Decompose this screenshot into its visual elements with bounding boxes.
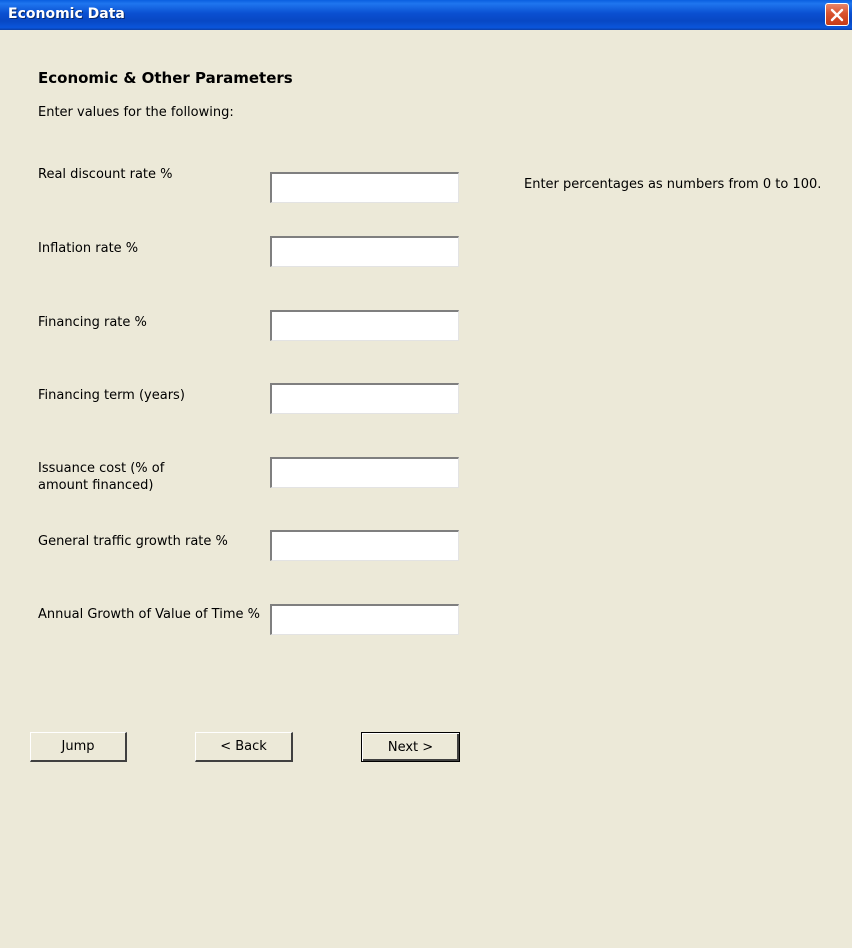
value-of-time-growth-label: Annual Growth of Value of Time %: [38, 607, 260, 622]
traffic-growth-rate-input[interactable]: [270, 530, 459, 561]
close-icon: [830, 8, 844, 22]
close-button[interactable]: [825, 3, 849, 26]
financing-term-input[interactable]: [270, 383, 459, 414]
financing-term-label: Financing term (years): [38, 388, 185, 403]
inflation-rate-label: Inflation rate %: [38, 241, 139, 256]
traffic-growth-rate-label: General traffic growth rate %: [38, 534, 228, 549]
next-button[interactable]: Next >: [361, 732, 460, 762]
issuance-cost-label: Issuance cost (% of amount financed): [38, 461, 165, 493]
real-discount-rate-input[interactable]: [270, 172, 459, 203]
percentage-hint: Enter percentages as numbers from 0 to 1…: [524, 177, 822, 192]
inflation-rate-input[interactable]: [270, 236, 459, 267]
financing-rate-label: Financing rate %: [38, 315, 147, 330]
real-discount-rate-label: Real discount rate %: [38, 167, 173, 182]
value-of-time-growth-input[interactable]: [270, 604, 459, 635]
window-title: Economic Data: [8, 6, 125, 22]
jump-button[interactable]: Jump: [30, 732, 127, 762]
issuance-cost-input[interactable]: [270, 457, 459, 488]
section-heading: Economic & Other Parameters: [38, 69, 293, 87]
title-bar[interactable]: Economic Data: [0, 0, 852, 30]
financing-rate-input[interactable]: [270, 310, 459, 341]
back-button[interactable]: < Back: [195, 732, 293, 762]
instructions-text: Enter values for the following:: [38, 105, 234, 120]
